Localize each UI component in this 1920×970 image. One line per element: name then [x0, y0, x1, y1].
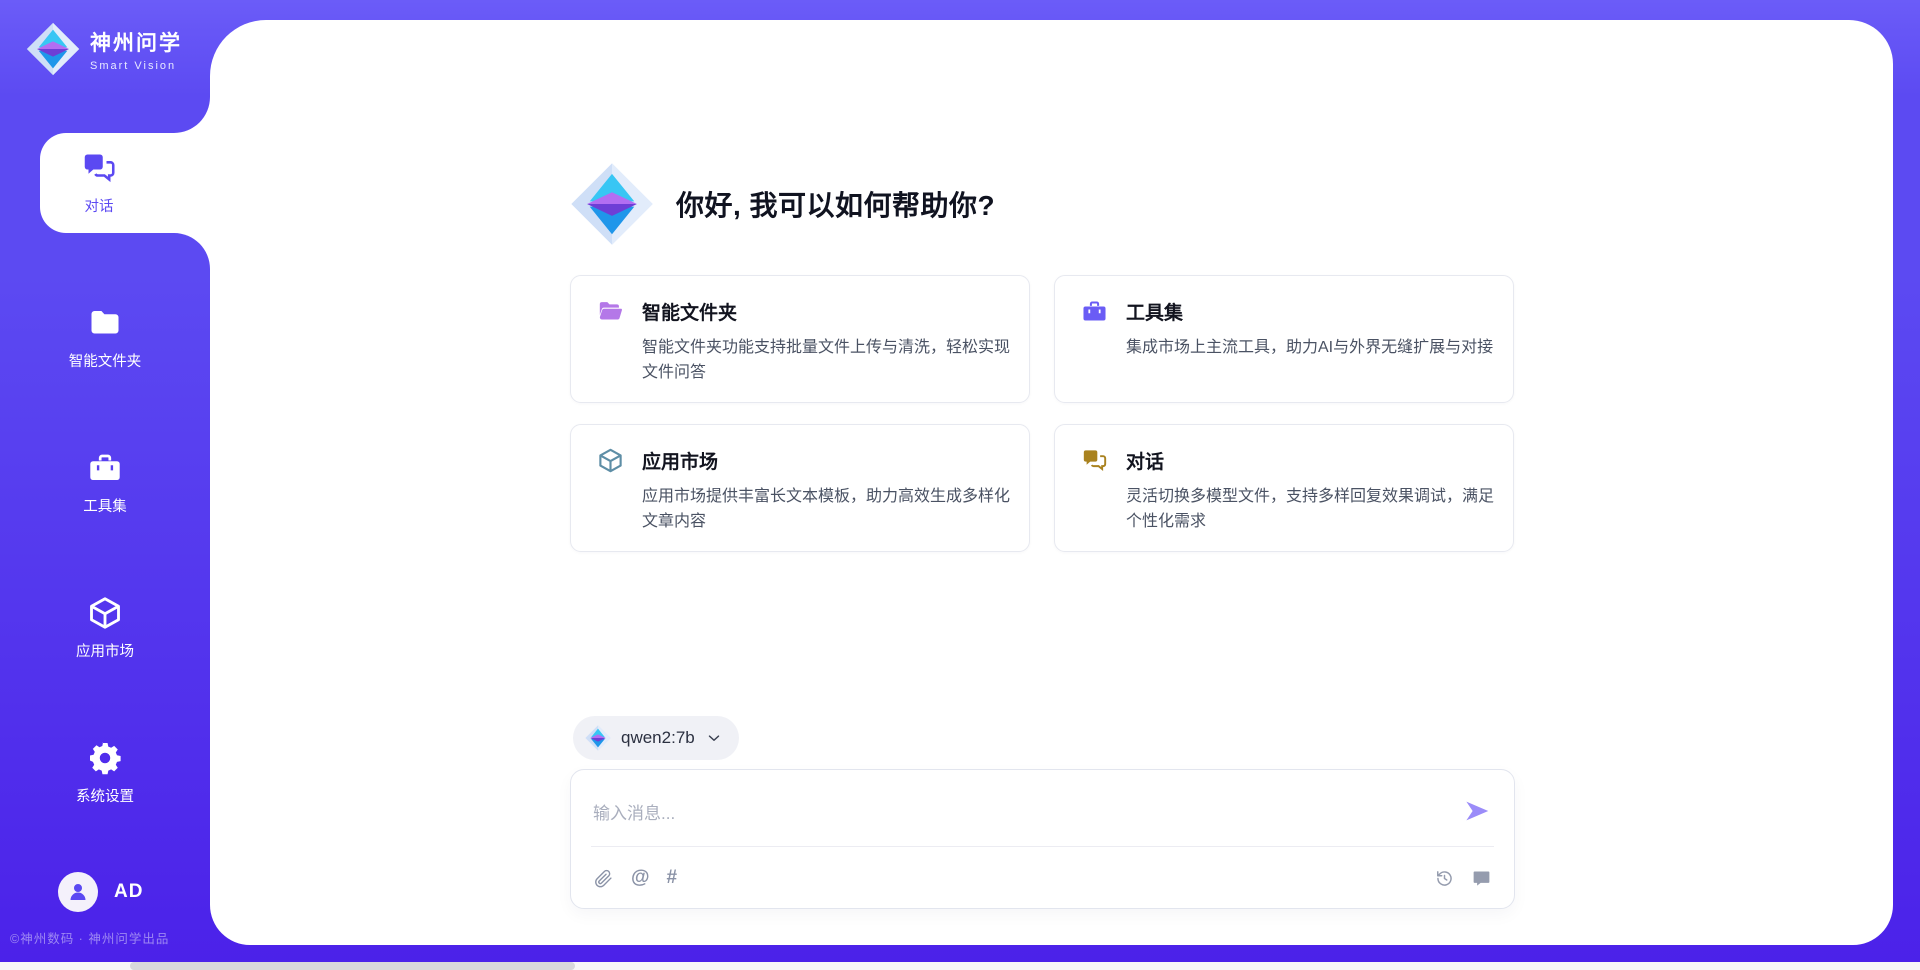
brand-name: 神州问学 [90, 27, 182, 57]
model-selector[interactable]: qwen2:7b [573, 716, 739, 760]
toolbox-icon [1081, 298, 1108, 325]
brand-subtitle: Smart Vision [90, 60, 182, 72]
sidebar-item-settings[interactable]: 系统设置 [0, 723, 210, 823]
chat-icon [1081, 447, 1108, 474]
sidebar-item-label: 工具集 [83, 495, 127, 516]
avatar [58, 872, 98, 912]
card-title: 工具集 [1126, 298, 1183, 325]
chat-bubble-icon[interactable] [1471, 868, 1492, 889]
sidebar-item-label: 对话 [85, 195, 114, 216]
tab-fillet-bottom [174, 233, 210, 269]
folder-open-icon [597, 298, 624, 325]
gear-icon [87, 740, 123, 776]
brand-diamond-icon [570, 162, 654, 246]
message-input[interactable] [593, 788, 1433, 840]
sidebar-item-toolset[interactable]: 工具集 [0, 433, 210, 533]
card-title: 智能文件夹 [642, 298, 737, 325]
send-icon[interactable] [1462, 796, 1492, 826]
diamond-logo-icon [26, 22, 80, 76]
horizontal-scrollbar-track[interactable] [0, 962, 1920, 970]
copyright-text: ©神州数码 · 神州问学出品 [10, 928, 169, 947]
sidebar-item-label: 应用市场 [76, 640, 134, 661]
card-toolset[interactable]: 工具集 集成市场上主流工具，助力AI与外界无缝扩展与对接 [1054, 275, 1514, 403]
card-description: 智能文件夹功能支持批量文件上传与清洗，轻松实现文件问答 [642, 335, 1010, 385]
sidebar: 神州问学 Smart Vision 对话 智能文件夹 工具集 应用市场 系统设置… [0, 0, 210, 970]
person-icon [66, 880, 90, 904]
card-description: 应用市场提供丰富长文本模板，助力高效生成多样化文章内容 [642, 484, 1010, 534]
chevron-down-icon [705, 729, 723, 747]
brand-logo: 神州问学 Smart Vision [26, 22, 182, 76]
history-icon[interactable] [1434, 868, 1455, 889]
user-profile[interactable]: AD [58, 872, 143, 912]
sidebar-item-smart-folder[interactable]: 智能文件夹 [0, 288, 210, 388]
sidebar-item-label: 系统设置 [76, 785, 134, 806]
sidebar-item-chat[interactable]: 对话 [40, 133, 210, 233]
user-name: AD [114, 881, 143, 903]
card-description: 集成市场上主流工具，助力AI与外界无缝扩展与对接 [1126, 335, 1494, 360]
paperclip-icon[interactable] [593, 868, 614, 889]
card-title: 对话 [1126, 447, 1164, 474]
card-smart-folder[interactable]: 智能文件夹 智能文件夹功能支持批量文件上传与清洗，轻松实现文件问答 [570, 275, 1030, 403]
cube-icon [87, 595, 123, 631]
at-sign-button[interactable]: @ [631, 867, 650, 889]
sidebar-item-app-market[interactable]: 应用市场 [0, 578, 210, 678]
composer-toolbar: @ # [593, 860, 1492, 896]
card-app-market[interactable]: 应用市场 应用市场提供丰富长文本模板，助力高效生成多样化文章内容 [570, 424, 1030, 552]
composer-divider [591, 846, 1494, 847]
cube-icon [597, 447, 624, 474]
message-composer: @ # [570, 769, 1515, 909]
greeting-title: 你好, 我可以如何帮助你? [676, 184, 995, 224]
diamond-logo-icon [585, 725, 611, 751]
model-name: qwen2:7b [621, 728, 695, 748]
card-chat[interactable]: 对话 灵活切换多模型文件，支持多样回复效果调试，满足个性化需求 [1054, 424, 1514, 552]
tab-fillet-top [174, 97, 210, 133]
hash-sign-button[interactable]: # [667, 867, 678, 889]
greeting-block: 你好, 我可以如何帮助你? [570, 162, 995, 246]
main-content-panel: 你好, 我可以如何帮助你? 智能文件夹 智能文件夹功能支持批量文件上传与清洗，轻… [210, 20, 1893, 945]
toolbox-icon [87, 450, 123, 486]
sidebar-item-label: 智能文件夹 [69, 350, 142, 371]
horizontal-scrollbar-thumb[interactable] [130, 962, 575, 970]
card-description: 灵活切换多模型文件，支持多样回复效果调试，满足个性化需求 [1126, 484, 1494, 534]
card-title: 应用市场 [642, 447, 718, 474]
feature-cards-grid: 智能文件夹 智能文件夹功能支持批量文件上传与清洗，轻松实现文件问答 工具集 集成… [570, 275, 1515, 552]
chat-icon [81, 150, 117, 186]
folder-icon [87, 305, 123, 341]
